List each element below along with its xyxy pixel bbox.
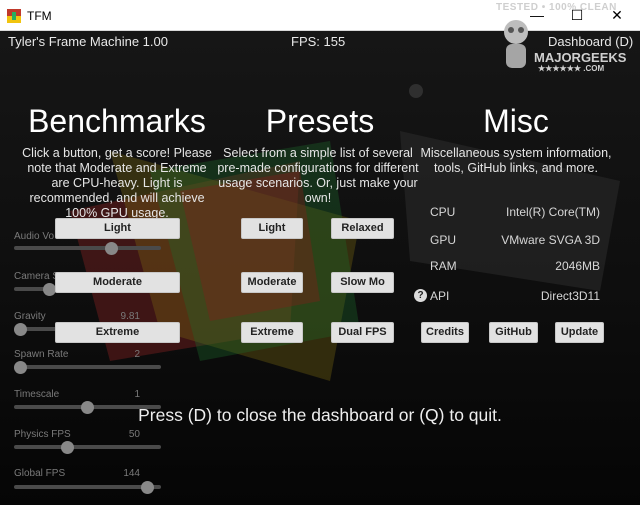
preset-relaxed-button[interactable]: Relaxed	[331, 218, 394, 239]
misc-title: Misc	[483, 103, 549, 139]
preset-slowmo-button[interactable]: Slow Mo	[331, 272, 394, 293]
gpu-value: VMware SVGA 3D	[501, 233, 600, 247]
slider-knob[interactable]	[141, 480, 155, 494]
slider-knob[interactable]	[14, 360, 27, 374]
slider-knob[interactable]	[105, 241, 119, 255]
misc-description: Miscellaneous system information, tools,…	[420, 146, 612, 175]
ram-label: RAM	[430, 259, 457, 273]
watermark-line-2: MAJORGEEKS	[534, 50, 627, 65]
slider-value-timescale: 1	[134, 389, 140, 400]
watermark-line-3: ★★★★★★ .COM	[538, 64, 605, 73]
api-label: API	[430, 289, 450, 303]
help-icon[interactable]: ?	[414, 289, 427, 302]
slider-value-physics-fps: 50	[128, 429, 140, 440]
slider-label-spawn-rate: Spawn Rate	[14, 349, 69, 360]
watermark-line-1: TESTED • 100% CLEAN	[496, 2, 617, 13]
slider-label-timescale: Timescale	[14, 389, 60, 400]
spawn-rate-slider[interactable]	[14, 360, 161, 374]
preset-dual-fps-button[interactable]: Dual FPS	[331, 322, 394, 343]
slider-knob[interactable]	[14, 322, 27, 336]
cpu-label: CPU	[430, 205, 456, 219]
api-value: Direct3D11	[540, 289, 600, 303]
slider-label-camera-speed: Camera S	[14, 271, 60, 282]
preset-moderate-button[interactable]: Moderate	[241, 272, 303, 293]
presets-description: Select from a simple list of several pre…	[217, 146, 419, 205]
update-button[interactable]: Update	[555, 322, 604, 343]
gpu-label: GPU	[430, 233, 457, 247]
slider-knob[interactable]	[60, 440, 74, 454]
slider-value-global-fps: 144	[123, 468, 140, 479]
mascot-logo-icon	[504, 20, 528, 68]
audio-volume-slider[interactable]	[14, 241, 161, 255]
benchmark-light-button[interactable]: Light	[55, 218, 180, 239]
presets-title: Presets	[265, 103, 375, 139]
ram-value: 2046MB	[555, 259, 600, 273]
slider-value-spawn-rate: 2	[134, 349, 140, 360]
benchmark-moderate-button[interactable]: Moderate	[55, 272, 180, 293]
credits-button[interactable]: Credits	[421, 322, 469, 343]
physics-fps-slider[interactable]	[14, 440, 161, 454]
app-stage: Tyler's Frame Machine 1.00 FPS: 155 Dash…	[0, 31, 640, 505]
fps-counter: FPS: 155	[291, 34, 346, 49]
benchmarks-title: Benchmarks	[28, 103, 206, 139]
slider-label-audio-volume: Audio Vo	[14, 231, 55, 242]
preset-light-button[interactable]: Light	[241, 218, 303, 239]
app-version-label: Tyler's Frame Machine 1.00	[8, 34, 168, 49]
github-button[interactable]: GitHub	[489, 322, 538, 343]
window-title: TFM	[27, 9, 52, 23]
majorgeeks-watermark: TESTED • 100% CLEAN MAJORGEEKS ★★★★★★ .C…	[494, 0, 634, 78]
cpu-value: Intel(R) Core(TM)	[505, 205, 600, 219]
slider-label-global-fps: Global FPS	[14, 468, 66, 479]
preset-extreme-button[interactable]: Extreme	[241, 322, 303, 343]
app-icon	[7, 9, 21, 23]
global-fps-slider[interactable]	[14, 480, 161, 494]
slider-label-gravity: Gravity	[14, 311, 46, 322]
benchmark-extreme-button[interactable]: Extreme	[55, 322, 180, 343]
footer-hint: Press (D) to close the dashboard or (Q) …	[138, 405, 502, 425]
slider-label-physics-fps: Physics FPS	[14, 429, 71, 440]
slider-value-gravity: 9.81	[120, 311, 140, 322]
benchmarks-description: Click a button, get a score! Please note…	[22, 146, 212, 220]
